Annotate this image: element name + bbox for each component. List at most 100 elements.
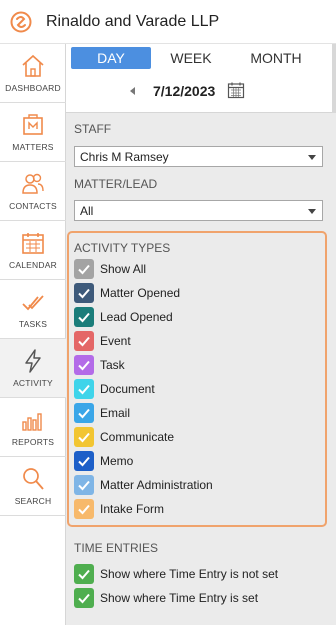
activity-types-list: Show All Matter Opened Lead Opened Event Tas… (74, 257, 213, 521)
checkbox[interactable] (74, 403, 94, 423)
checkmark-icon (78, 480, 90, 491)
checkmark-icon (78, 360, 90, 371)
time-entry-label: Show where Time Entry is set (100, 591, 259, 605)
view-tabs: DAY WEEK MONTH (71, 47, 321, 69)
activity-type-row[interactable]: Matter Opened (74, 281, 213, 305)
time-entry-row[interactable]: Show where Time Entry is set (74, 586, 278, 610)
activity-type-row[interactable]: Communicate (74, 425, 213, 449)
activity-type-row[interactable]: Memo (74, 449, 213, 473)
app-header: Rinaldo and Varade LLP (0, 0, 336, 44)
chevron-down-icon (308, 155, 316, 160)
checkbox[interactable] (74, 259, 94, 279)
activity-type-row[interactable]: Task (74, 353, 213, 377)
left-navigation: DASHBOARD MATTERS CONTACTS CALENDAR TASK… (0, 44, 66, 625)
activity-type-label: Matter Opened (100, 286, 181, 300)
checkbox[interactable] (74, 427, 94, 447)
previous-date-icon[interactable] (130, 87, 135, 95)
activity-type-label: Memo (100, 454, 134, 468)
staff-selected-value: Chris M Ramsey (80, 149, 169, 164)
checkbox[interactable] (74, 588, 94, 608)
time-entries-list: Show where Time Entry is not set Show whe… (74, 562, 278, 610)
time-entry-label: Show where Time Entry is not set (100, 567, 279, 581)
tab-day[interactable]: DAY (71, 47, 151, 69)
checkbox[interactable] (74, 283, 94, 303)
lightning-icon (25, 349, 41, 373)
activity-type-label: Communicate (100, 430, 175, 444)
activity-type-row[interactable]: Event (74, 329, 213, 353)
scrollbar[interactable] (332, 44, 336, 113)
nav-search[interactable]: SEARCH (0, 457, 66, 516)
nav-contacts[interactable]: CONTACTS (0, 162, 66, 221)
nav-calendar[interactable]: CALENDAR (0, 221, 66, 280)
calendar-icon (22, 233, 44, 254)
checkbox[interactable] (74, 331, 94, 351)
nav-reports-label: REPORTS (11, 437, 55, 447)
activity-type-row[interactable]: Matter Administration (74, 473, 213, 497)
checkbox[interactable] (74, 307, 94, 327)
nav-activity[interactable]: ACTIVITY (0, 339, 66, 398)
checkmark-icon (78, 593, 90, 604)
nav-contacts-label: CONTACTS (9, 201, 57, 211)
chevron-down-icon (308, 209, 316, 214)
matter-lead-select[interactable]: All (74, 200, 323, 221)
nav-tasks-label: TASKS (18, 319, 48, 329)
checkmark-icon (78, 569, 90, 580)
firm-name: Rinaldo and Varade LLP (46, 12, 220, 30)
activity-type-label: Event (100, 334, 131, 348)
bar-chart-icon (22, 413, 42, 431)
checkmark-icon (78, 288, 90, 299)
time-entries-title: TIME ENTRIES (74, 541, 159, 555)
nav-reports[interactable]: REPORTS (0, 398, 66, 457)
checkbox[interactable] (74, 475, 94, 495)
view-topbar: DAY WEEK MONTH 7/12/2023 (66, 44, 336, 113)
checkmark-icon (78, 456, 90, 467)
activity-type-label: Intake Form (100, 502, 165, 516)
checkbox[interactable] (74, 564, 94, 584)
nav-tasks[interactable]: TASKS (0, 280, 66, 339)
nav-activity-label: ACTIVITY (13, 378, 53, 388)
nav-matters[interactable]: MATTERS (0, 103, 66, 162)
checkmark-icon (78, 336, 90, 347)
nav-dashboard-label: DASHBOARD (5, 83, 61, 93)
activity-type-row[interactable]: Document (74, 377, 213, 401)
matter-lead-title: MATTER/LEAD (74, 177, 158, 191)
nav-matters-label: MATTERS (12, 142, 54, 152)
activity-type-row[interactable]: Intake Form (74, 497, 213, 521)
checkbox[interactable] (74, 379, 94, 399)
matter-lead-selected-value: All (80, 203, 94, 218)
activity-type-label: Lead Opened (100, 310, 173, 324)
activity-types-title: ACTIVITY TYPES (74, 241, 171, 255)
staff-title: STAFF (74, 122, 112, 136)
activity-type-row[interactable]: Show All (74, 257, 213, 281)
nav-calendar-label: CALENDAR (9, 260, 57, 270)
checkbox[interactable] (74, 355, 94, 375)
checkmark-icon (78, 432, 90, 443)
search-icon (23, 468, 44, 490)
tab-week[interactable]: WEEK (151, 47, 231, 69)
activity-type-row[interactable]: Lead Opened (74, 305, 213, 329)
nav-search-label: SEARCH (14, 496, 52, 506)
double-check-icon (22, 295, 44, 311)
people-icon (22, 173, 44, 194)
nav-dashboard[interactable]: DASHBOARD (0, 44, 66, 103)
activity-types-group: ACTIVITY TYPES Show All Matter Opened Lead… (67, 231, 327, 527)
activity-type-label: Show All (100, 262, 147, 276)
checkmark-icon (78, 264, 90, 275)
activity-type-label: Email (100, 406, 131, 420)
activity-type-label: Matter Administration (100, 478, 213, 492)
checkbox[interactable] (74, 499, 94, 519)
firm-logo-icon (10, 11, 32, 32)
briefcase-icon (23, 114, 43, 135)
checkmark-icon (78, 504, 90, 515)
activity-type-label: Task (100, 358, 125, 372)
checkmark-icon (78, 408, 90, 419)
checkmark-icon (78, 312, 90, 323)
date-picker-calendar-icon[interactable] (227, 81, 245, 99)
tab-month[interactable]: MONTH (231, 47, 321, 69)
current-date: 7/12/2023 (153, 83, 216, 99)
activity-type-row[interactable]: Email (74, 401, 213, 425)
checkbox[interactable] (74, 451, 94, 471)
activity-type-label: Document (100, 382, 155, 396)
time-entry-row[interactable]: Show where Time Entry is not set (74, 562, 278, 586)
staff-select[interactable]: Chris M Ramsey (74, 146, 323, 167)
